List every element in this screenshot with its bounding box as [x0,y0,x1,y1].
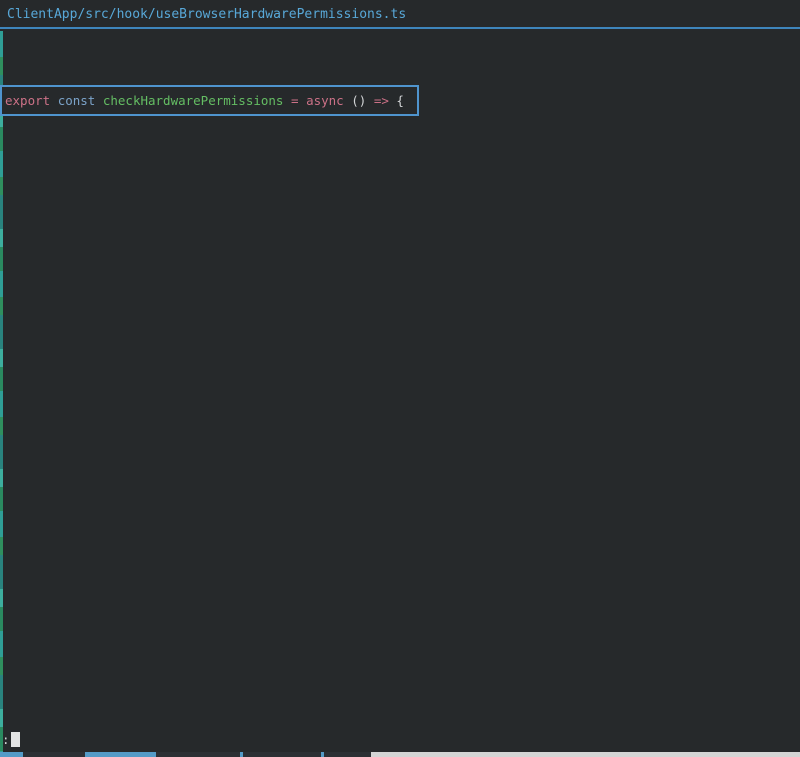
status-strip-segment [85,752,156,757]
bottom-status-strip [0,752,800,757]
context-float-code: export const checkHardwarePermissions = … [5,93,404,108]
scrollbar-minimap[interactable] [0,31,3,752]
code-token: async [306,93,344,108]
code-token: => [374,93,389,108]
status-strip-segment [243,752,321,757]
status-strip-segment [156,752,240,757]
diff-buffer: export const checkHardwarePermissions = … [0,31,800,126]
file-path-title: ClientApp/src/hook/useBrowserHardwarePer… [0,0,800,29]
code-token: checkHardwarePermissions [103,93,284,108]
code-token: export [5,93,58,108]
status-strip-segment [371,752,800,757]
status-strip-segment [23,752,85,757]
code-token [299,93,307,108]
code-token [283,93,291,108]
file-header: ClientApp/src/hook/useBrowserHardwarePer… [0,0,800,29]
command-prompt: : [2,732,10,747]
context-float-window: export const checkHardwarePermissions = … [0,85,419,116]
code-token: = [291,93,299,108]
code-token: { [389,93,404,108]
command-line[interactable]: : [2,732,20,749]
code-token: () [344,93,374,108]
status-strip-segment [324,752,371,757]
status-strip-segment [0,752,23,757]
text-cursor [11,732,20,747]
code-token: const [58,93,103,108]
